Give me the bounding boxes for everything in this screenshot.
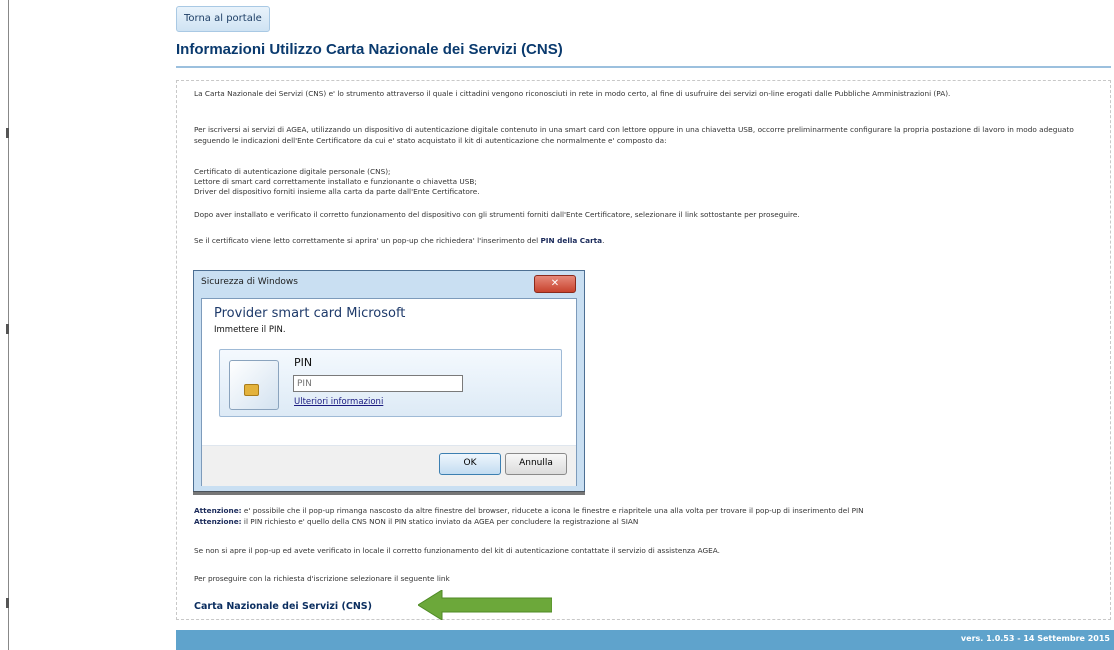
card-chip-icon [244,384,259,396]
ok-button[interactable]: OK [439,453,501,475]
dialog-subheading: Immettere il PIN. [214,325,286,335]
proceed-text: Per proseguire con la richiesta d'iscriz… [194,574,450,583]
cns-link[interactable]: Carta Nazionale dei Servizi (CNS) [194,601,372,612]
version-label: vers. 1.0.53 - 14 Settembre 2015 [960,634,1110,643]
pin-emphasis: PIN della Carta [540,236,603,245]
dialog-footer: OK Annulla [202,445,576,486]
smart-card-icon [229,360,279,410]
kit-item: Lettore di smart card correttamente inst… [194,177,477,186]
arrow-left-icon [418,590,552,620]
dialog-heading: Provider smart card Microsoft [214,306,406,321]
pin-input[interactable] [293,375,463,392]
footer-bar: vers. 1.0.53 - 14 Settembre 2015 [176,630,1114,650]
more-info-link[interactable]: Ulteriori informazioni [294,397,383,407]
pin-panel: PIN Ulteriori informazioni [219,349,562,417]
warning-line: Attenzione: e' possibile che il pop-up r… [194,506,864,515]
kit-item: Certificato di autenticazione digitale p… [194,167,391,176]
close-icon[interactable]: ✕ [534,275,576,293]
dialog-shadow-strip [193,491,585,495]
pin-label: PIN [294,356,313,369]
kit-item: Driver del dispositivo forniti insieme a… [194,187,480,196]
warning-label: Attenzione: [194,517,242,526]
warning-label: Attenzione: [194,506,242,515]
scroll-marker [6,598,9,608]
dialog-body: Provider smart card Microsoft Immettere … [201,298,577,486]
scroll-marker [6,324,9,334]
after-install-text: Dopo aver installato e verificato il cor… [194,210,800,219]
cancel-button[interactable]: Annulla [505,453,567,475]
scroll-marker [6,128,9,138]
intro-text: La Carta Nazionale dei Servizi (CNS) e' … [194,89,951,98]
page-title: Informazioni Utilizzo Carta Nazionale de… [176,41,1111,68]
dialog-title: Sicurezza di Windows [201,277,298,287]
popup-note: Se il certificato viene letto correttame… [194,236,605,245]
windows-security-dialog: Sicurezza di Windows ✕ Provider smart ca… [193,270,585,492]
subscribe-text: Per iscriversi ai servizi di AGEA, utili… [194,125,1074,145]
no-popup-text: Se non si apre il pop-up ed avete verifi… [194,546,720,555]
content-panel: La Carta Nazionale dei Servizi (CNS) e' … [176,80,1111,620]
warning-line: Attenzione: il PIN richiesto e' quello d… [194,517,639,526]
back-to-portal-button[interactable]: Torna al portale [176,6,270,32]
